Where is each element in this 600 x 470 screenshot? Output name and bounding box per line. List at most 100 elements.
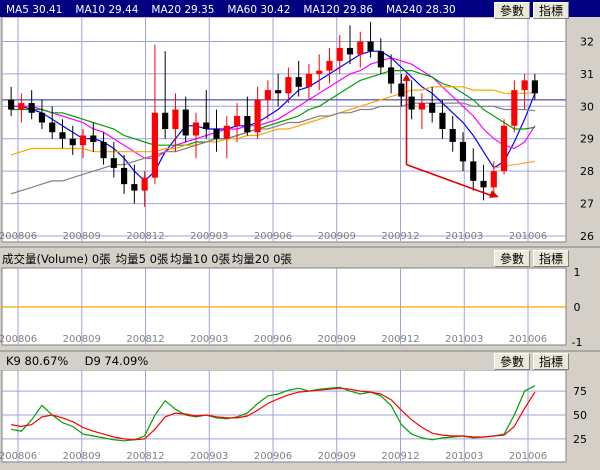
candle-body: [162, 112, 169, 129]
x-tick-label: 201003: [445, 231, 483, 242]
x-tick-label: 201003: [445, 451, 483, 462]
candle-body: [285, 77, 292, 94]
volume-header-item: 均量10 0張: [170, 252, 231, 266]
candle-body: [203, 122, 210, 129]
candle-body: [49, 122, 56, 133]
candle-body: [110, 158, 117, 168]
candle-body: [213, 129, 220, 139]
candle-body: [480, 180, 487, 188]
chart-canvas: 26 27 28 29 30 31 32 MA5 30.41 MA10 29.44 MA20 29…: [0, 0, 600, 463]
price-header-ma60: MA60 30.42: [227, 4, 290, 16]
candle-body: [79, 135, 87, 146]
price-y-tick-label: 27: [580, 198, 594, 211]
kd-panel-frame: [1, 369, 567, 463]
price-header-ma120: MA120 29.86: [303, 4, 373, 16]
x-tick-label: 201006: [509, 334, 547, 345]
volume-header-item: 均量5 0張: [116, 252, 169, 266]
candle-body: [69, 138, 76, 146]
candle-body: [367, 41, 374, 52]
price-y-tick-label: 28: [580, 165, 594, 178]
candle-body: [398, 83, 405, 97]
candle-body: [131, 184, 138, 191]
x-tick-label: 201006: [509, 451, 547, 462]
x-tick-label: 200906: [254, 231, 292, 242]
price-y-tick-label: 29: [580, 133, 594, 146]
x-tick-label: 200912: [381, 451, 419, 462]
x-tick-label: 200903: [190, 231, 228, 242]
price-header-ma240: MA240 28.30: [386, 4, 456, 16]
kd-indicator-button[interactable]: 指標: [533, 353, 569, 370]
candle-body: [336, 47, 343, 61]
x-tick-label: 200909: [318, 231, 356, 242]
kd-params-button[interactable]: 參數: [494, 353, 530, 370]
volume-indicator-button[interactable]: 指標: [533, 250, 569, 267]
candle-body: [100, 141, 107, 159]
candle-body: [28, 103, 35, 113]
candle-body: [141, 177, 148, 191]
candle-body: [244, 116, 251, 133]
price-y-tick-label: 31: [580, 68, 594, 81]
candle-body: [377, 51, 384, 68]
candle-body: [388, 67, 395, 84]
candle-body: [264, 90, 271, 100]
candle-body: [151, 112, 158, 178]
candle-body: [275, 90, 282, 94]
price-y-tick-label: 32: [580, 35, 594, 48]
x-tick-label: 200806: [0, 334, 37, 345]
x-tick-label: 200812: [126, 451, 164, 462]
x-tick-label: 200903: [190, 334, 228, 345]
candle-body: [326, 60, 333, 71]
volume-params-button[interactable]: 參數: [494, 250, 530, 267]
candle-body: [470, 161, 477, 181]
price-header-ma20: MA20 29.35: [151, 4, 214, 16]
candle-body: [408, 96, 415, 110]
price-header-ma5: MA5 30.41: [6, 4, 62, 16]
candle-body: [8, 99, 15, 110]
price-y-tick-label: 26: [580, 230, 594, 243]
stock-chart-window: 26 27 28 29 30 31 32 MA5 30.41 MA10 29.44 MA20 29…: [0, 0, 600, 466]
x-tick-label: 200809: [63, 231, 101, 242]
volume-y-tick-label: 1: [574, 266, 581, 279]
kd-y-tick-label: 50: [573, 409, 587, 422]
volume-y-tick-label: 0: [574, 301, 581, 314]
x-tick-label: 200809: [63, 451, 101, 462]
candle-body: [357, 41, 364, 55]
candle-body: [182, 109, 189, 136]
x-tick-label: 200812: [126, 334, 164, 345]
x-tick-label: 200909: [318, 451, 356, 462]
candle-body: [316, 70, 323, 74]
x-tick-label: 201003: [445, 334, 483, 345]
candle-body: [500, 125, 508, 172]
kd-y-tick-label: 75: [573, 385, 587, 398]
price-header-ma10: MA10 29.44: [75, 4, 138, 16]
candle-body: [121, 167, 128, 185]
params-button[interactable]: 參數: [494, 2, 530, 19]
candle-body: [223, 125, 230, 139]
volume-header-item: 均量20 0張: [232, 252, 293, 266]
candle-body: [511, 90, 518, 126]
indicator-button[interactable]: 指標: [533, 2, 569, 19]
kd-header-k9: K9 80.67%: [6, 354, 68, 368]
candle-body: [305, 73, 313, 87]
candle-body: [346, 47, 354, 55]
x-tick-label: 200906: [254, 334, 292, 345]
x-tick-label: 200806: [0, 451, 37, 462]
candle-body: [439, 112, 446, 129]
candle-body: [459, 141, 467, 162]
candle-body: [59, 132, 66, 139]
candle-body: [18, 103, 25, 110]
candle-body: [429, 103, 436, 113]
candle-body: [521, 80, 528, 91]
x-tick-label: 200906: [254, 451, 292, 462]
volume-header-item: 成交量(Volume) 0張: [2, 252, 111, 266]
kd-header-d9: D9 74.09%: [85, 354, 149, 368]
x-tick-label: 201006: [509, 231, 547, 242]
volume-y-tick-label: -1: [572, 336, 583, 349]
kd-y-tick-label: 25: [573, 433, 587, 446]
price-y-tick-label: 30: [580, 100, 594, 113]
candle-body: [38, 112, 46, 123]
candle-body: [192, 122, 200, 136]
x-tick-label: 200809: [63, 334, 101, 345]
x-tick-label: 200812: [126, 231, 164, 242]
candle-body: [295, 77, 302, 87]
